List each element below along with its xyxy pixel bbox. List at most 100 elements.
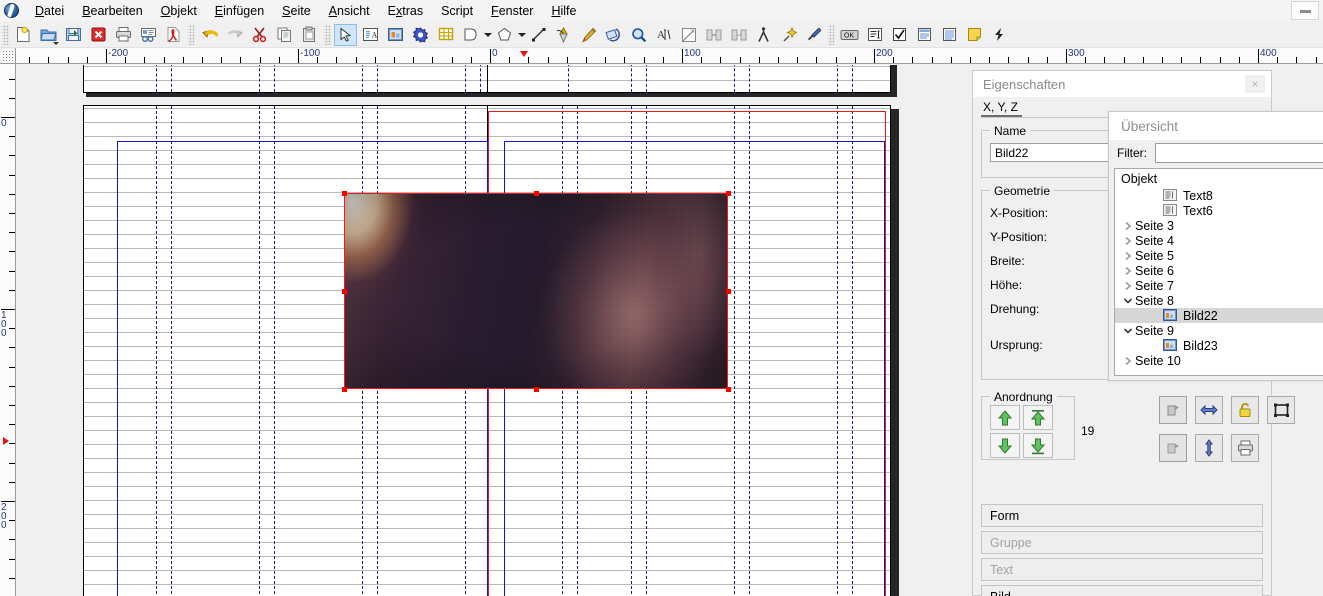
eyedropper-icon[interactable] xyxy=(802,24,825,46)
page-spread-previous[interactable] xyxy=(83,65,891,93)
outline-page-item[interactable]: Seite 5 xyxy=(1115,248,1323,263)
line-tool-icon[interactable] xyxy=(527,24,550,46)
toolbar-grip[interactable] xyxy=(2,24,9,45)
outline-item[interactable]: Text8 xyxy=(1115,188,1323,203)
resize-handle-nw[interactable] xyxy=(342,191,347,196)
outline-page-item[interactable]: Seite 6 xyxy=(1115,263,1323,278)
chevron-down-icon[interactable] xyxy=(1121,327,1135,335)
edit-text-icon[interactable]: A xyxy=(652,24,675,46)
print-item-icon[interactable] xyxy=(1231,434,1259,462)
section-form[interactable]: Form xyxy=(981,504,1263,527)
menu-einfuegen[interactable]: Einfügen xyxy=(206,1,273,21)
outline-page-item[interactable]: Seite 4 xyxy=(1115,233,1323,248)
resize-handle-n[interactable] xyxy=(534,191,539,196)
image-frame-bild22[interactable] xyxy=(344,193,728,389)
menu-datei[interactable]: Datei xyxy=(26,1,73,21)
chevron-down-icon[interactable] xyxy=(1121,297,1135,305)
copy-item-properties-icon[interactable] xyxy=(777,24,800,46)
chevron-right-icon[interactable] xyxy=(1121,356,1135,366)
menu-objekt[interactable]: Objekt xyxy=(152,1,206,21)
chevron-right-icon[interactable] xyxy=(1121,221,1135,231)
pdf-checkbox-icon[interactable] xyxy=(888,24,911,46)
pdf-listbox-icon[interactable] xyxy=(938,24,961,46)
pdf-textfield-icon[interactable] xyxy=(863,24,886,46)
rotate-item-icon[interactable] xyxy=(602,24,625,46)
shape-tool-icon[interactable] xyxy=(459,24,482,46)
render-frame-icon[interactable] xyxy=(409,24,432,46)
redo-icon[interactable] xyxy=(223,24,246,46)
select-tool-icon[interactable] xyxy=(334,23,357,46)
properties-palette-close-button[interactable]: × xyxy=(1245,75,1265,93)
menu-extras[interactable]: Extras xyxy=(379,1,432,21)
measurements-icon[interactable] xyxy=(752,24,775,46)
chevron-right-icon[interactable] xyxy=(1121,266,1135,276)
cut-icon[interactable] xyxy=(248,24,271,46)
lock-size-icon[interactable] xyxy=(1267,396,1295,424)
menu-seite[interactable]: Seite xyxy=(273,1,320,21)
outline-item[interactable]: Bild22 xyxy=(1115,308,1323,323)
resize-handle-se[interactable] xyxy=(726,387,731,392)
outline-page-item[interactable]: Seite 10 xyxy=(1115,353,1323,368)
image-frame-icon[interactable] xyxy=(384,24,407,46)
tab-xyz[interactable]: X, Y, Z xyxy=(981,100,1022,117)
copy-icon[interactable] xyxy=(273,24,296,46)
link-text-frames-icon[interactable] xyxy=(702,24,725,46)
horizontal-ruler[interactable]: -200 -100 0 100 200 300 400 xyxy=(16,48,1323,64)
section-bild[interactable]: Bild xyxy=(981,585,1263,596)
outline-tree[interactable]: Objekt Text8 Text6 Seite 3 Seite 4 Seite 5 Se… xyxy=(1114,168,1323,376)
toolbar-grip-4[interactable] xyxy=(828,24,835,45)
flip-vertical-icon[interactable] xyxy=(1159,434,1187,462)
raise-icon[interactable] xyxy=(1023,405,1053,430)
freehand-line-icon[interactable] xyxy=(577,24,600,46)
resize-handle-e[interactable] xyxy=(726,289,731,294)
chevron-right-icon[interactable] xyxy=(1121,251,1135,261)
outline-item[interactable]: Text6 xyxy=(1115,203,1323,218)
ruler-origin-box[interactable] xyxy=(0,48,16,64)
pdf-pushbutton-icon[interactable]: OK xyxy=(838,24,861,46)
pdf-link-annotation-icon[interactable] xyxy=(988,24,1011,46)
close-document-icon[interactable] xyxy=(87,24,110,46)
outline-palette[interactable]: Übersicht Filter: Objekt Text8 Text6 Seite… xyxy=(1108,111,1323,381)
resize-handle-w[interactable] xyxy=(342,289,347,294)
save-document-icon[interactable] xyxy=(62,24,85,46)
menu-bearbeiten[interactable]: Bearbeiten xyxy=(73,1,151,21)
export-pdf-icon[interactable] xyxy=(162,24,185,46)
menu-fenster[interactable]: Fenster xyxy=(482,1,542,21)
chevron-right-icon[interactable] xyxy=(1121,281,1135,291)
print-icon[interactable] xyxy=(112,24,135,46)
flip-vertical-alt-icon[interactable] xyxy=(1195,434,1223,462)
paste-icon[interactable] xyxy=(298,24,321,46)
outline-page-item[interactable]: Seite 9 xyxy=(1115,323,1323,338)
menu-ansicht[interactable]: Ansicht xyxy=(320,1,379,21)
new-document-icon[interactable] xyxy=(12,24,35,46)
open-document-icon[interactable] xyxy=(37,24,60,46)
lower-to-bottom-icon[interactable] xyxy=(990,433,1020,458)
chevron-right-icon[interactable] xyxy=(1121,236,1135,246)
outline-page-item[interactable]: Seite 7 xyxy=(1115,278,1323,293)
raise-to-top-icon[interactable] xyxy=(990,405,1020,430)
outline-page-item[interactable]: Seite 3 xyxy=(1115,218,1323,233)
resize-handle-s[interactable] xyxy=(534,387,539,392)
flip-horizontal-alt-icon[interactable] xyxy=(1195,396,1223,424)
lower-icon[interactable] xyxy=(1023,433,1053,458)
window-minimize-button[interactable] xyxy=(1291,1,1319,20)
resize-handle-sw[interactable] xyxy=(342,387,347,392)
pdf-annotation-icon[interactable] xyxy=(963,24,986,46)
vertical-ruler[interactable]: 0 100 200 xyxy=(0,64,16,596)
toolbar-grip-3[interactable] xyxy=(324,24,331,45)
polygon-tool-icon[interactable] xyxy=(493,24,516,46)
pdf-combobox-icon[interactable] xyxy=(913,24,936,46)
zoom-icon[interactable] xyxy=(627,24,650,46)
text-frame-icon[interactable]: A xyxy=(359,24,382,46)
outline-filter-input[interactable] xyxy=(1155,143,1323,163)
outline-item[interactable]: Bild23 xyxy=(1115,338,1323,353)
shape-tool-chevron-down-icon[interactable] xyxy=(483,24,492,46)
menu-script[interactable]: Script xyxy=(432,1,482,21)
bezier-tool-icon[interactable] xyxy=(552,24,575,46)
outline-page-item[interactable]: Seite 8 xyxy=(1115,293,1323,308)
table-frame-icon[interactable] xyxy=(434,24,457,46)
polygon-tool-chevron-down-icon[interactable] xyxy=(517,24,526,46)
toolbar-grip-2[interactable] xyxy=(188,24,195,45)
undo-icon[interactable] xyxy=(198,24,221,46)
lock-item-icon[interactable] xyxy=(1231,396,1259,424)
